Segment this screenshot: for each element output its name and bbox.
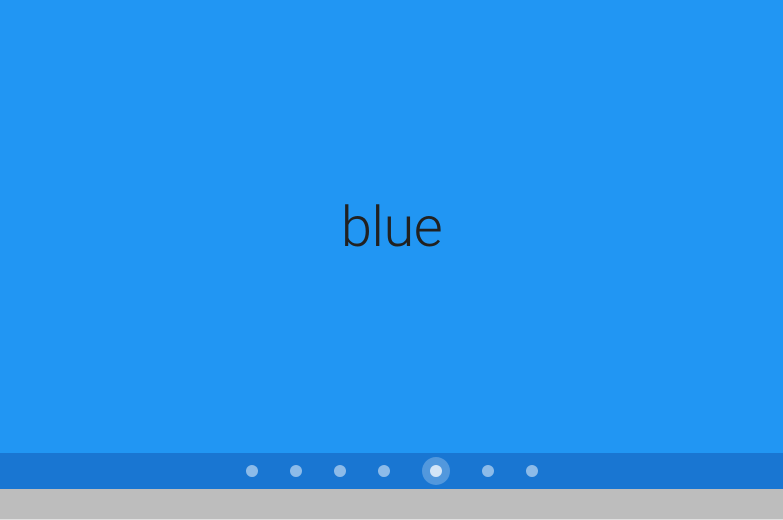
indicator-dot-5[interactable] [482,465,494,477]
indicator-dot-4[interactable] [422,457,450,485]
indicator-bar [0,453,783,489]
indicator-dot-0[interactable] [246,465,258,477]
footer-strip [0,489,783,520]
carousel-slide[interactable]: blue [0,0,783,453]
indicator-dot-2[interactable] [334,465,346,477]
indicator-dot-3[interactable] [378,465,390,477]
indicator-dot-1[interactable] [290,465,302,477]
slide-label: blue [341,194,442,260]
indicator-dot-6[interactable] [526,465,538,477]
